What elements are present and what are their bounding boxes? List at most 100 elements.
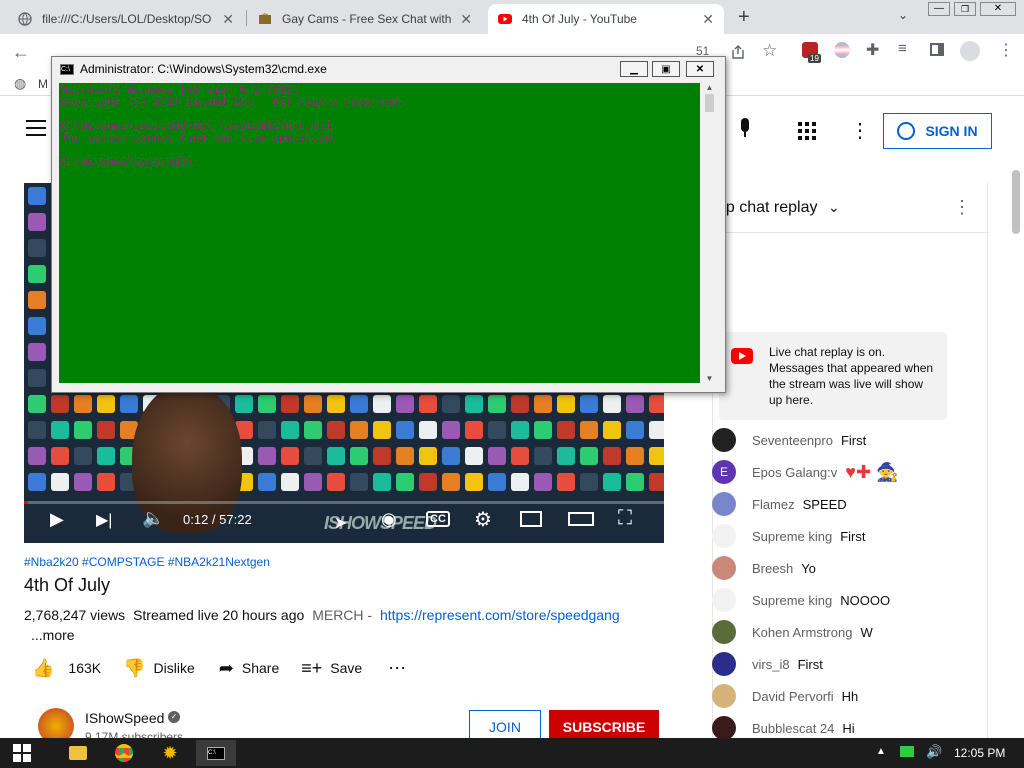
settings-dots-icon[interactable]: ⋮ (850, 118, 870, 143)
save-icon[interactable]: ≡+ (301, 658, 322, 679)
close-icon[interactable]: ✕ (222, 11, 234, 28)
cmd-minimize-button[interactable]: ▁ (620, 61, 648, 77)
cmd-close-button[interactable]: ✕ (686, 61, 714, 77)
autoplay-toggle[interactable]: ◉ (381, 509, 397, 530)
chat-author[interactable]: Bubblescat 24 (752, 721, 834, 736)
cmd-window[interactable]: C:\ Administrator: C:\Windows\System32\c… (51, 56, 726, 393)
chat-author[interactable]: virs_i8 (752, 657, 790, 672)
dislike-icon[interactable]: 👎 (123, 658, 145, 679)
puzzle-icon[interactable]: ✚ (866, 40, 879, 60)
clock[interactable]: 12:05 PM (954, 746, 1005, 760)
share-icon[interactable]: ➦ (219, 658, 234, 679)
chat-mode-label[interactable]: op chat replay (717, 199, 818, 217)
chat-avatar[interactable] (712, 556, 736, 580)
minimize-button[interactable]: — (928, 2, 950, 16)
merch-link[interactable]: https://represent.com/store/speedgang (380, 607, 620, 623)
network-icon[interactable] (900, 746, 914, 757)
desktop-icon (304, 421, 322, 439)
chat-avatar[interactable] (712, 588, 736, 612)
desktop-icon (396, 395, 414, 413)
side-panel-icon[interactable] (930, 43, 944, 56)
chat-author[interactable]: David Pervorfi (752, 689, 834, 704)
close-icon[interactable]: ✕ (702, 11, 714, 28)
settings-gear-icon[interactable]: ⚙ (474, 507, 492, 532)
chat-author[interactable]: Seventeenpro (752, 433, 833, 448)
cmd-scrollbar[interactable]: ▲ ▼ (701, 83, 718, 383)
chat-menu-icon[interactable]: ⋮ (953, 197, 971, 218)
fullscreen-icon[interactable]: ⛶ (618, 507, 632, 530)
chat-avatar[interactable] (712, 428, 736, 452)
media-control-icon[interactable]: ≡ (898, 40, 907, 57)
chat-author[interactable]: Kohen Armstrong (752, 625, 852, 640)
new-tab-button[interactable]: + (738, 6, 750, 29)
close-icon[interactable]: ✕ (460, 11, 472, 28)
stream-date: Streamed live 20 hours ago (133, 607, 305, 623)
desktop-icon (28, 395, 46, 413)
chat-avatar[interactable] (712, 492, 736, 516)
close-window-button[interactable]: ✕ (980, 2, 1016, 16)
tab-file[interactable]: file:///C:/Users/LOL/Desktop/SO ✕ (8, 4, 244, 34)
apps-grid-icon[interactable] (798, 122, 816, 140)
chat-avatar[interactable] (712, 684, 736, 708)
chat-avatar[interactable]: E (712, 460, 736, 484)
chat-author[interactable]: Supreme king (752, 593, 832, 608)
desktop-icon (51, 473, 69, 491)
join-button[interactable]: JOIN (469, 710, 541, 738)
browser-menu-icon[interactable]: ⋮ (998, 40, 1014, 60)
apps-globe-icon[interactable]: ◍ (14, 75, 26, 92)
chat-avatar[interactable] (712, 524, 736, 548)
like-count[interactable]: 163K (68, 660, 101, 676)
volume-icon[interactable]: 🔈 (142, 508, 164, 529)
sign-in-button[interactable]: SIGN IN (883, 113, 992, 149)
chat-author[interactable]: Flamez (752, 497, 795, 512)
subscribe-button[interactable]: SUBSCRIBE (549, 710, 659, 738)
chrome-taskbar-icon[interactable] (104, 740, 144, 766)
tab-cams[interactable]: Gay Cams - Free Sex Chat with Se ✕ (248, 4, 482, 34)
dislike-label[interactable]: Dislike (154, 660, 195, 676)
chat-author[interactable]: Supreme king (752, 529, 832, 544)
chat-avatar[interactable] (712, 716, 736, 740)
start-button[interactable] (4, 740, 40, 766)
play-icon[interactable]: ▶ (50, 509, 64, 530)
channel-avatar[interactable] (38, 708, 74, 738)
extension-flag-icon[interactable] (834, 42, 850, 58)
cmd-taskbar-icon[interactable]: C:\ (196, 740, 236, 766)
chat-author[interactable]: Breesh (752, 561, 793, 576)
cmd-console[interactable]: Microsoft Windows [Version 6.1.7601] Copy… (59, 83, 700, 383)
cam-site-icon (259, 13, 271, 24)
chat-avatar[interactable] (712, 620, 736, 644)
bookmark-item[interactable]: M (38, 77, 48, 91)
tray-chevron-icon[interactable]: ▲ (876, 746, 886, 757)
page-scrollbar[interactable] (1012, 170, 1020, 234)
chat-avatar[interactable] (712, 652, 736, 676)
speaker-icon[interactable]: 🔊 (926, 744, 942, 760)
chevron-down-icon[interactable]: ⌄ (828, 199, 840, 216)
restore-button[interactable]: ❐ (954, 2, 976, 16)
show-more-link[interactable]: ...more (31, 627, 75, 643)
tab-youtube[interactable]: 4th Of July - YouTube ✕ (488, 4, 724, 34)
replay-notice-text: Live chat replay is on. Messages that ap… (769, 345, 934, 407)
share-label[interactable]: Share (242, 660, 279, 676)
share-page-icon[interactable] (730, 44, 746, 60)
save-label[interactable]: Save (330, 660, 362, 676)
desktop-icon (28, 213, 46, 231)
bookmark-star-icon[interactable]: ☆ (762, 41, 777, 61)
explorer-taskbar-icon[interactable] (58, 740, 98, 766)
profile-avatar[interactable] (960, 41, 980, 61)
theater-mode-icon[interactable] (568, 512, 594, 526)
miniplayer-icon[interactable] (520, 511, 542, 527)
settings-taskbar-icon[interactable]: ✹ (150, 740, 190, 766)
chat-author[interactable]: Epos Galang:v (752, 465, 837, 480)
cmd-maximize-button[interactable]: ▣ (652, 61, 680, 77)
captions-icon[interactable]: CC (426, 511, 450, 527)
back-button[interactable]: ← (12, 42, 30, 63)
microphone-icon[interactable] (736, 118, 754, 144)
next-icon[interactable]: ▶| (96, 510, 112, 530)
tab-search-icon[interactable]: ⌄ (898, 8, 908, 22)
chat-text: Hi (842, 720, 855, 736)
more-actions-icon[interactable]: ⋯ (388, 658, 406, 679)
hamburger-menu-icon[interactable] (26, 120, 46, 136)
channel-name[interactable]: IShowSpeed (85, 710, 164, 726)
hashtags[interactable]: #Nba2k20 #COMPSTAGE #NBA2k21Nextgen (24, 555, 270, 569)
like-icon[interactable]: 👍 (32, 658, 54, 679)
